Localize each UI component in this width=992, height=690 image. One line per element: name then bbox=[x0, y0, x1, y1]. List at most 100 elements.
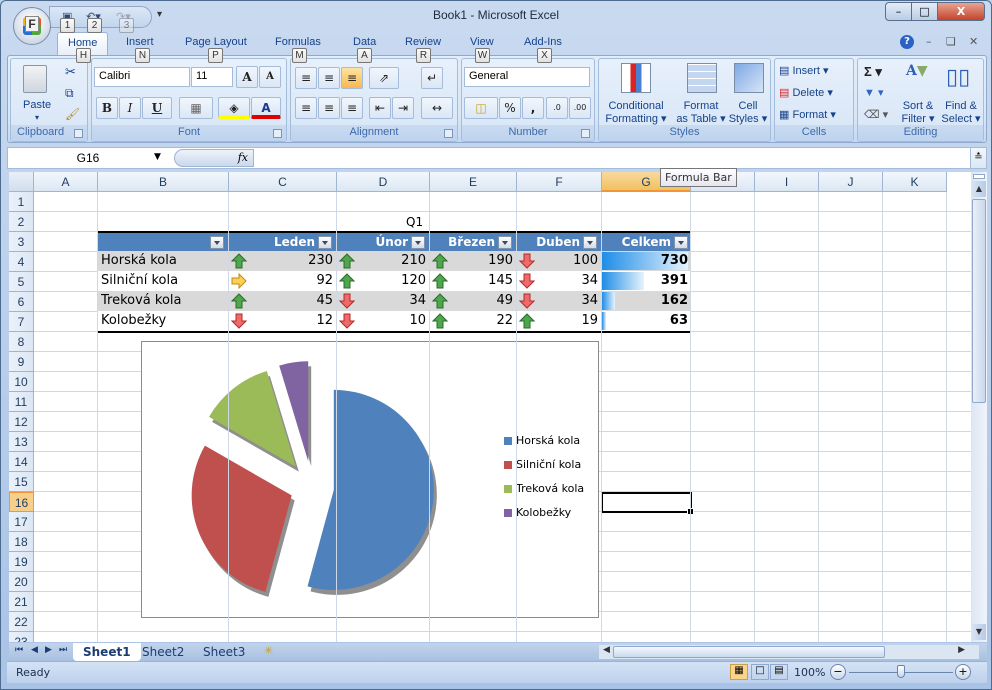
customize-qat-icon[interactable]: ▾ bbox=[157, 9, 162, 20]
format-cells-button[interactable]: ▦ Format ▾ bbox=[779, 108, 836, 121]
split-box[interactable] bbox=[973, 174, 985, 179]
row-header-4[interactable]: 4 bbox=[9, 252, 34, 272]
tab-view[interactable]: View bbox=[470, 36, 494, 48]
worksheet-grid[interactable]: Q1 Leden Únor Březen Duben Celkem Horská kol… bbox=[9, 172, 971, 642]
row-header-6[interactable]: 6 bbox=[9, 292, 34, 312]
column-header-k[interactable]: K bbox=[883, 172, 947, 192]
expand-formula-bar-icon[interactable]: ≛ bbox=[970, 148, 986, 168]
column-header-b[interactable]: B bbox=[98, 172, 229, 192]
pie-slice-2[interactable] bbox=[191, 445, 292, 592]
underline-button[interactable]: U bbox=[142, 97, 172, 119]
autosum-button[interactable]: Σ ▾ bbox=[864, 64, 882, 80]
value-cell[interactable]: 210 bbox=[357, 251, 426, 271]
value-cell[interactable]: 12 bbox=[249, 311, 333, 331]
accounting-format-button[interactable]: ◫ bbox=[464, 97, 498, 119]
page-break-view-button[interactable]: ▤ bbox=[770, 664, 788, 680]
align-right-button[interactable]: ≡ bbox=[341, 97, 363, 119]
value-cell[interactable]: 34 bbox=[537, 291, 598, 311]
clipboard-launcher[interactable] bbox=[74, 129, 83, 138]
value-cell[interactable]: 19 bbox=[537, 311, 598, 331]
value-cell[interactable]: 100 bbox=[537, 251, 598, 271]
value-cell[interactable]: 230 bbox=[249, 251, 333, 271]
increase-indent-button[interactable]: ⇥ bbox=[392, 97, 414, 119]
value-cell[interactable]: 45 bbox=[249, 291, 333, 311]
comma-button[interactable]: , bbox=[522, 97, 544, 119]
copy-icon[interactable]: ⧉ bbox=[65, 86, 74, 101]
paste-icon[interactable] bbox=[23, 65, 47, 93]
value-cell[interactable]: 120 bbox=[357, 271, 426, 291]
q1-title[interactable]: Q1 bbox=[406, 212, 423, 232]
value-cell[interactable]: 34 bbox=[357, 291, 426, 311]
increase-decimal-button[interactable]: .0 bbox=[546, 97, 568, 119]
minimize-button[interactable]: – bbox=[885, 2, 912, 21]
sheet-tab-sheet2[interactable]: Sheet2 bbox=[142, 643, 184, 661]
row-header-9[interactable]: 9 bbox=[9, 352, 34, 372]
decrease-indent-button[interactable]: ⇤ bbox=[369, 97, 391, 119]
format-painter-icon[interactable]: 🖌 bbox=[65, 107, 80, 121]
find-select-button[interactable]: Find & Select ▾ bbox=[940, 100, 982, 126]
row-header-7[interactable]: 7 bbox=[9, 312, 34, 332]
format-as-table-button[interactable]: Format as Table ▾ bbox=[673, 100, 729, 126]
ribbon-close-icon[interactable]: ✕ bbox=[969, 35, 978, 48]
row-header-21[interactable]: 21 bbox=[9, 592, 34, 612]
insert-sheet-icon[interactable]: ✳ bbox=[264, 644, 273, 657]
fill-button[interactable]: ▼ ▾ bbox=[864, 86, 883, 99]
align-bottom-button[interactable]: ≡ bbox=[341, 67, 363, 89]
vertical-scroll-thumb[interactable] bbox=[972, 199, 986, 403]
align-left-button[interactable]: ≡ bbox=[295, 97, 317, 119]
total-cell[interactable]: 63 bbox=[602, 311, 688, 331]
zoom-out-button[interactable]: − bbox=[830, 664, 846, 680]
value-cell[interactable]: 10 bbox=[357, 311, 426, 331]
table-row[interactable]: Horská kola 230 210 190 100 730 bbox=[98, 251, 691, 271]
last-sheet-icon[interactable]: ⏭ bbox=[59, 645, 67, 655]
delete-cells-button[interactable]: ▤ Delete ▾ bbox=[779, 86, 833, 99]
number-format-select[interactable]: General bbox=[464, 67, 590, 87]
total-cell[interactable]: 162 bbox=[602, 291, 688, 311]
decrease-decimal-button[interactable]: .00 bbox=[569, 97, 591, 119]
select-all-corner[interactable] bbox=[9, 172, 34, 192]
column-header-i[interactable]: I bbox=[755, 172, 819, 192]
clear-button[interactable]: ⌫ ▾ bbox=[864, 108, 888, 121]
font-size-select[interactable]: 11 bbox=[191, 67, 233, 87]
zoom-slider-thumb[interactable] bbox=[897, 665, 905, 678]
align-top-button[interactable]: ≡ bbox=[295, 67, 317, 89]
tab-formulas[interactable]: Formulas bbox=[275, 36, 321, 48]
paste-dropdown-icon[interactable]: ▾ bbox=[35, 113, 39, 122]
page-layout-view-button[interactable]: □ bbox=[751, 664, 769, 680]
name-box[interactable]: G16 bbox=[8, 148, 168, 168]
row-header-18[interactable]: 18 bbox=[9, 532, 34, 552]
value-cell[interactable]: 92 bbox=[249, 271, 333, 291]
row-header-20[interactable]: 20 bbox=[9, 572, 34, 592]
row-header-10[interactable]: 10 bbox=[9, 372, 34, 392]
ribbon-minimize-icon[interactable]: – bbox=[926, 35, 932, 48]
table-row[interactable]: Silniční kola 92 120 145 34 391 bbox=[98, 271, 691, 291]
fx-icon[interactable]: fx bbox=[238, 151, 248, 164]
formula-input[interactable] bbox=[258, 149, 970, 167]
font-name-select[interactable]: Calibri bbox=[94, 67, 190, 87]
column-header-d[interactable]: D bbox=[337, 172, 430, 192]
row-header-11[interactable]: 11 bbox=[9, 392, 34, 412]
row-header-5[interactable]: 5 bbox=[9, 272, 34, 292]
percent-button[interactable]: % bbox=[499, 97, 521, 119]
zoom-level[interactable]: 100% bbox=[794, 666, 825, 679]
column-header-f[interactable]: F bbox=[517, 172, 602, 192]
table-row[interactable]: Kolobežky 12 10 22 19 63 bbox=[98, 311, 691, 331]
zoom-in-button[interactable]: + bbox=[955, 664, 971, 680]
total-cell[interactable]: 391 bbox=[602, 271, 688, 291]
conditional-formatting-button[interactable]: Conditional Formatting ▾ bbox=[604, 100, 668, 126]
row-header-2[interactable]: 2 bbox=[9, 212, 34, 232]
total-cell[interactable]: 730 bbox=[602, 251, 688, 271]
row-header-23[interactable]: 23 bbox=[9, 632, 34, 642]
active-cell-g16[interactable] bbox=[601, 492, 694, 515]
number-launcher[interactable] bbox=[581, 129, 590, 138]
pie-chart[interactable]: Horská kola Silniční kola Treková kola Kolo… bbox=[141, 341, 599, 618]
row-header-13[interactable]: 13 bbox=[9, 432, 34, 452]
row-header-1[interactable]: 1 bbox=[9, 192, 34, 212]
table-row[interactable]: Treková kola 45 34 49 34 162 bbox=[98, 291, 691, 311]
row-header-16[interactable]: 16 bbox=[9, 492, 34, 512]
scroll-down-button[interactable]: ▼ bbox=[972, 624, 986, 640]
align-center-button[interactable]: ≡ bbox=[318, 97, 340, 119]
tab-add-ins[interactable]: Add-Ins bbox=[524, 36, 562, 48]
bold-button[interactable]: B bbox=[96, 97, 118, 119]
sheet-tab-sheet3[interactable]: Sheet3 bbox=[203, 643, 245, 661]
